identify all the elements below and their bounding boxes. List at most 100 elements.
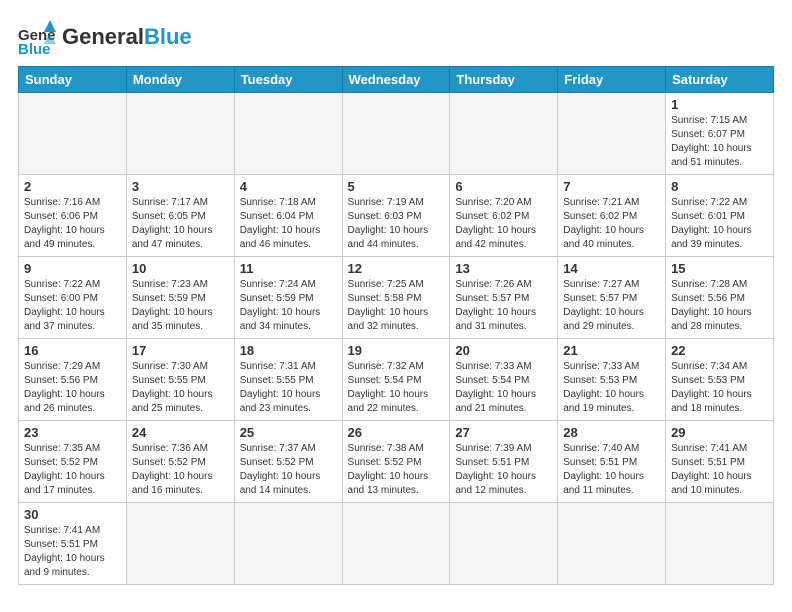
day-cell: 10 Sunrise: 7:23 AM Sunset: 5:59 PM Dayli… — [126, 257, 234, 339]
day-cell — [342, 93, 450, 175]
day-cell: 7Sunrise: 7:21 AM Sunset: 6:02 PM Daylig… — [558, 175, 666, 257]
day-info: Sunrise: 7:40 AM Sunset: 5:51 PM Dayligh… — [563, 442, 660, 498]
day-number: 1 — [671, 97, 768, 112]
day-number: 23 — [24, 425, 121, 440]
day-number: 21 — [563, 343, 660, 358]
week-row-0: 1 Sunrise: 7:15 AM Sunset: 6:07 PM Daylig… — [19, 93, 774, 175]
logo: General Blue GeneralBlue — [18, 18, 192, 56]
day-info: Sunrise: 7:24 AM Sunset: 5:59 PM Dayligh… — [240, 278, 337, 334]
page: General Blue GeneralBlue SundayMondayTue… — [0, 0, 792, 595]
day-info: Sunrise: 7:22 AM Sunset: 6:00 PM Dayligh… — [24, 278, 121, 334]
day-info: Sunrise: 7:20 AM Sunset: 6:02 PM Dayligh… — [455, 196, 552, 252]
day-cell — [234, 503, 342, 585]
weekday-friday: Friday — [558, 67, 666, 93]
day-cell: 3 Sunrise: 7:17 AM Sunset: 6:05 PM Daylig… — [126, 175, 234, 257]
day-cell — [450, 503, 558, 585]
day-number: 10 — [132, 261, 229, 276]
day-cell: 8 Sunrise: 7:22 AM Sunset: 6:01 PM Daylig… — [666, 175, 774, 257]
day-number: 8 — [671, 179, 768, 194]
day-cell: 28 Sunrise: 7:40 AM Sunset: 5:51 PM Dayli… — [558, 421, 666, 503]
day-info: Sunrise: 7:31 AM Sunset: 5:55 PM Dayligh… — [240, 360, 337, 416]
day-cell: 27 Sunrise: 7:39 AM Sunset: 5:51 PM Dayli… — [450, 421, 558, 503]
day-info: Sunrise: 7:22 AM Sunset: 6:01 PM Dayligh… — [671, 196, 768, 252]
day-number: 15 — [671, 261, 768, 276]
day-cell — [450, 93, 558, 175]
day-number: 3 — [132, 179, 229, 194]
day-info: Sunrise: 7:35 AM Sunset: 5:52 PM Dayligh… — [24, 442, 121, 498]
day-cell: 2 Sunrise: 7:16 AM Sunset: 6:06 PM Daylig… — [19, 175, 127, 257]
day-number: 12 — [348, 261, 445, 276]
day-number: 16 — [24, 343, 121, 358]
day-cell: 13 Sunrise: 7:26 AM Sunset: 5:57 PM Dayli… — [450, 257, 558, 339]
week-row-2: 9 Sunrise: 7:22 AM Sunset: 6:00 PM Daylig… — [19, 257, 774, 339]
logo-text: GeneralBlue — [62, 25, 192, 49]
day-cell: 19 Sunrise: 7:32 AM Sunset: 5:54 PM Dayli… — [342, 339, 450, 421]
day-number: 18 — [240, 343, 337, 358]
day-info: Sunrise: 7:19 AM Sunset: 6:03 PM Dayligh… — [348, 196, 445, 252]
week-row-1: 2 Sunrise: 7:16 AM Sunset: 6:06 PM Daylig… — [19, 175, 774, 257]
weekday-thursday: Thursday — [450, 67, 558, 93]
weekday-tuesday: Tuesday — [234, 67, 342, 93]
day-cell: 24Sunrise: 7:36 AM Sunset: 5:52 PM Dayli… — [126, 421, 234, 503]
week-row-3: 16 Sunrise: 7:29 AM Sunset: 5:56 PM Dayli… — [19, 339, 774, 421]
day-info: Sunrise: 7:28 AM Sunset: 5:56 PM Dayligh… — [671, 278, 768, 334]
day-info: Sunrise: 7:16 AM Sunset: 6:06 PM Dayligh… — [24, 196, 121, 252]
day-cell: 29 Sunrise: 7:41 AM Sunset: 5:51 PM Dayli… — [666, 421, 774, 503]
day-number: 28 — [563, 425, 660, 440]
day-cell: 9 Sunrise: 7:22 AM Sunset: 6:00 PM Daylig… — [19, 257, 127, 339]
day-info: Sunrise: 7:34 AM Sunset: 5:53 PM Dayligh… — [671, 360, 768, 416]
day-number: 4 — [240, 179, 337, 194]
generalblue-logo-icon: General Blue — [18, 18, 56, 56]
day-cell: 21 Sunrise: 7:33 AM Sunset: 5:53 PM Dayli… — [558, 339, 666, 421]
day-cell: 12 Sunrise: 7:25 AM Sunset: 5:58 PM Dayli… — [342, 257, 450, 339]
weekday-sunday: Sunday — [19, 67, 127, 93]
day-info: Sunrise: 7:41 AM Sunset: 5:51 PM Dayligh… — [24, 524, 121, 580]
day-info: Sunrise: 7:23 AM Sunset: 5:59 PM Dayligh… — [132, 278, 229, 334]
day-info: Sunrise: 7:15 AM Sunset: 6:07 PM Dayligh… — [671, 114, 768, 170]
day-info: Sunrise: 7:17 AM Sunset: 6:05 PM Dayligh… — [132, 196, 229, 252]
day-cell — [342, 503, 450, 585]
day-info: Sunrise: 7:26 AM Sunset: 5:57 PM Dayligh… — [455, 278, 552, 334]
day-info: Sunrise: 7:37 AM Sunset: 5:52 PM Dayligh… — [240, 442, 337, 498]
day-cell — [558, 503, 666, 585]
day-number: 6 — [455, 179, 552, 194]
day-info: Sunrise: 7:32 AM Sunset: 5:54 PM Dayligh… — [348, 360, 445, 416]
day-info: Sunrise: 7:39 AM Sunset: 5:51 PM Dayligh… — [455, 442, 552, 498]
day-cell: 5Sunrise: 7:19 AM Sunset: 6:03 PM Daylig… — [342, 175, 450, 257]
weekday-header-row: SundayMondayTuesdayWednesdayThursdayFrid… — [19, 67, 774, 93]
day-cell: 11Sunrise: 7:24 AM Sunset: 5:59 PM Dayli… — [234, 257, 342, 339]
day-cell: 17Sunrise: 7:30 AM Sunset: 5:55 PM Dayli… — [126, 339, 234, 421]
day-number: 20 — [455, 343, 552, 358]
day-info: Sunrise: 7:27 AM Sunset: 5:57 PM Dayligh… — [563, 278, 660, 334]
day-number: 2 — [24, 179, 121, 194]
day-number: 9 — [24, 261, 121, 276]
day-number: 25 — [240, 425, 337, 440]
day-cell: 18 Sunrise: 7:31 AM Sunset: 5:55 PM Dayli… — [234, 339, 342, 421]
day-number: 19 — [348, 343, 445, 358]
day-number: 26 — [348, 425, 445, 440]
day-cell: 15 Sunrise: 7:28 AM Sunset: 5:56 PM Dayli… — [666, 257, 774, 339]
day-cell: 6 Sunrise: 7:20 AM Sunset: 6:02 PM Daylig… — [450, 175, 558, 257]
day-cell: 26 Sunrise: 7:38 AM Sunset: 5:52 PM Dayli… — [342, 421, 450, 503]
weekday-saturday: Saturday — [666, 67, 774, 93]
day-cell: 4 Sunrise: 7:18 AM Sunset: 6:04 PM Daylig… — [234, 175, 342, 257]
day-number: 22 — [671, 343, 768, 358]
day-info: Sunrise: 7:38 AM Sunset: 5:52 PM Dayligh… — [348, 442, 445, 498]
day-cell: 16 Sunrise: 7:29 AM Sunset: 5:56 PM Dayli… — [19, 339, 127, 421]
day-info: Sunrise: 7:29 AM Sunset: 5:56 PM Dayligh… — [24, 360, 121, 416]
day-number: 17 — [132, 343, 229, 358]
day-info: Sunrise: 7:33 AM Sunset: 5:54 PM Dayligh… — [455, 360, 552, 416]
day-info: Sunrise: 7:25 AM Sunset: 5:58 PM Dayligh… — [348, 278, 445, 334]
day-number: 27 — [455, 425, 552, 440]
day-cell — [19, 93, 127, 175]
week-row-4: 23 Sunrise: 7:35 AM Sunset: 5:52 PM Dayli… — [19, 421, 774, 503]
day-info: Sunrise: 7:21 AM Sunset: 6:02 PM Dayligh… — [563, 196, 660, 252]
day-info: Sunrise: 7:33 AM Sunset: 5:53 PM Dayligh… — [563, 360, 660, 416]
day-number: 13 — [455, 261, 552, 276]
day-cell — [126, 93, 234, 175]
day-info: Sunrise: 7:41 AM Sunset: 5:51 PM Dayligh… — [671, 442, 768, 498]
day-info: Sunrise: 7:18 AM Sunset: 6:04 PM Dayligh… — [240, 196, 337, 252]
day-number: 29 — [671, 425, 768, 440]
header: General Blue GeneralBlue — [18, 18, 774, 56]
day-cell: 20 Sunrise: 7:33 AM Sunset: 5:54 PM Dayli… — [450, 339, 558, 421]
